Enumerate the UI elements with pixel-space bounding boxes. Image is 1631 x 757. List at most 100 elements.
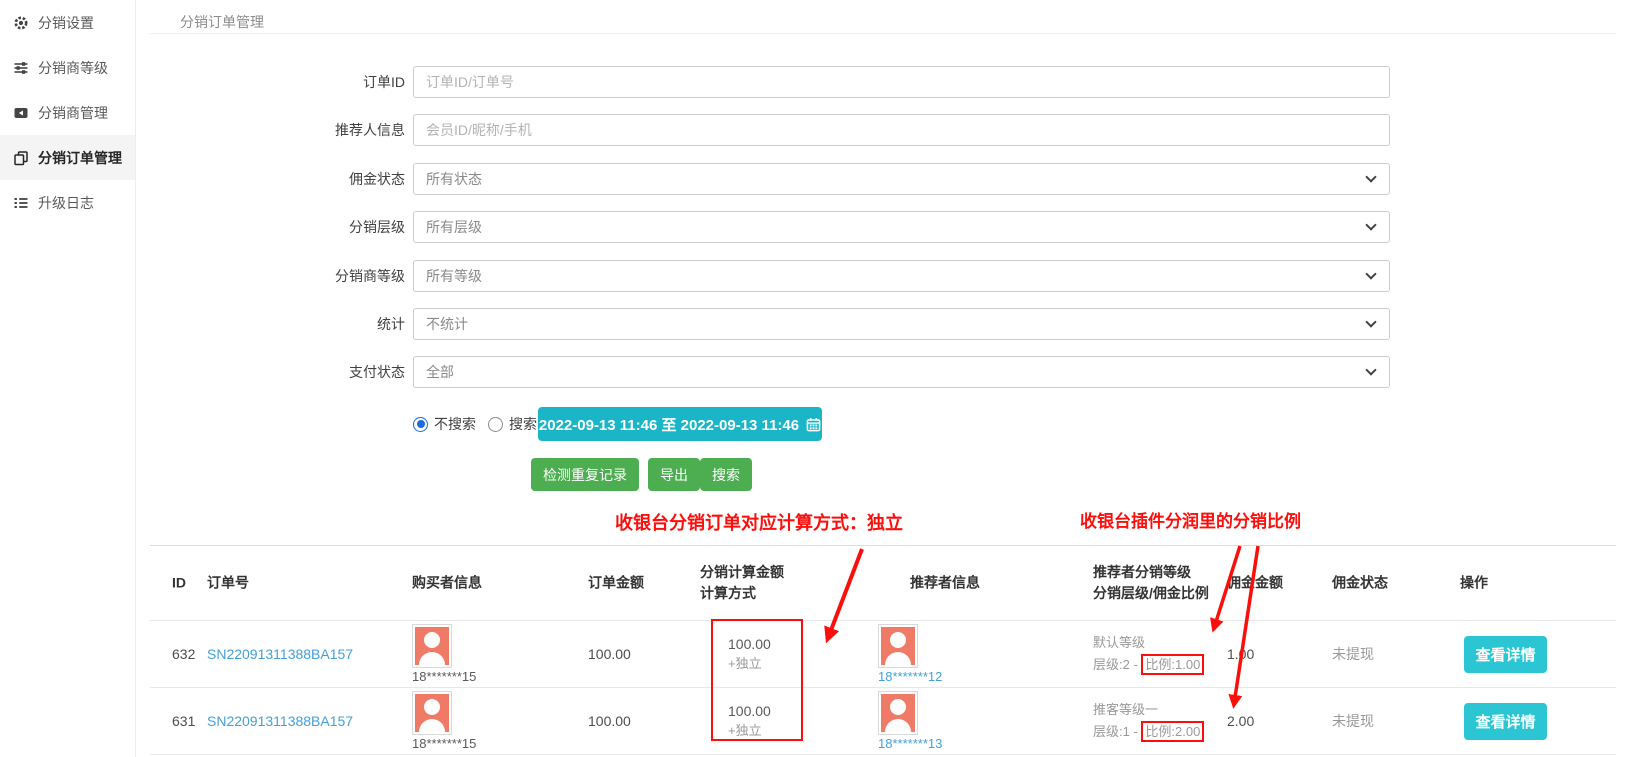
referrer-phone-link[interactable]: 18*******13 — [878, 736, 942, 751]
level-text: 层级:1 - — [1093, 724, 1141, 739]
upgrade-log-icon — [13, 195, 29, 211]
view-detail-button[interactable]: 查看详情 — [1464, 636, 1547, 673]
date-range-text: 2022-09-13 11:46 至 2022-09-13 11:46 — [539, 414, 799, 435]
table-row: 632 SN22091311388BA157 18*******15 100.0… — [150, 621, 1616, 688]
search-radio[interactable]: 搜索 — [488, 407, 537, 441]
level-text: 层级:2 - — [1093, 657, 1141, 672]
calc-amount-cell: 100.00 +独立 — [728, 702, 771, 740]
chevron-down-icon — [1365, 316, 1376, 327]
export-button[interactable]: 导出 — [648, 458, 700, 491]
sidebar-item-upgrade-log[interactable]: 升级日志 — [0, 180, 135, 225]
radio-unchecked-icon — [488, 417, 503, 432]
referrer-info-input[interactable] — [413, 114, 1390, 146]
commission-status-cell: 未提现 — [1332, 644, 1374, 664]
sliders-icon — [13, 60, 29, 76]
order-amount-cell: 100.00 — [588, 713, 631, 729]
distribution-level-label: 分销层级 — [136, 211, 405, 243]
order-id-label: 订单ID — [136, 66, 405, 98]
table-row: 631 SN22091311388BA157 18*******15 100.0… — [150, 688, 1616, 755]
referrer-info-cell: 18*******13 — [878, 691, 1008, 751]
order-id-input[interactable] — [413, 66, 1390, 98]
main-content: 分销订单管理 订单ID 推荐人信息 佣金状态 所有状态 分销层级 所有层级 — [136, 0, 1631, 757]
page-title: 分销订单管理 — [180, 12, 264, 32]
referrer-avatar — [878, 624, 918, 668]
buyer-avatar — [412, 624, 452, 668]
orders-table: ID 订单号 购买者信息 订单金额 分销计算金额计算方式 推荐者信息 推荐者分销… — [150, 545, 1616, 755]
order-id-cell: 632 — [172, 646, 195, 662]
col-header-referrer: 推荐者信息 — [910, 573, 980, 594]
distributor-grade-value: 所有等级 — [426, 266, 1367, 286]
statistics-select[interactable]: 不统计 — [413, 308, 1390, 340]
referrer-grade-cell: 默认等级 层级:2 - 比例:1.00 — [1093, 632, 1204, 676]
grade-name: 默认等级 — [1093, 632, 1204, 654]
actions-row: 检测重复记录 导出 搜索 — [136, 458, 1631, 491]
gear-icon — [13, 15, 29, 31]
distributor-grade-label: 分销商等级 — [136, 260, 405, 292]
sidebar-item-distribution-settings[interactable]: 分销设置 — [0, 0, 135, 45]
check-duplicates-button[interactable]: 检测重复记录 — [531, 458, 639, 491]
sidebar-item-distributor-manage[interactable]: 分销商管理 — [0, 90, 135, 135]
statistics-label: 统计 — [136, 308, 405, 340]
sidebar: 分销设置 分销商等级 分销商管理 — [0, 0, 136, 757]
commission-amount-cell: 1.00 — [1227, 646, 1254, 662]
view-detail-button[interactable]: 查看详情 — [1464, 703, 1547, 740]
filter-row-payment-status: 支付状态 全部 — [136, 356, 1631, 388]
commission-status-select[interactable]: 所有状态 — [413, 163, 1390, 195]
distribution-order-admin-page: 分销设置 分销商等级 分销商管理 — [0, 0, 1631, 757]
date-range-button[interactable]: 2022-09-13 11:46 至 2022-09-13 11:46 — [538, 407, 822, 441]
col-header-id: ID — [172, 573, 186, 594]
sidebar-item-label: 分销商等级 — [38, 58, 108, 78]
order-no-link[interactable]: SN22091311388BA157 — [207, 646, 353, 662]
filter-row-commission-status: 佣金状态 所有状态 — [136, 163, 1631, 195]
sidebar-item-label: 分销订单管理 — [38, 148, 122, 168]
search-radio-label: 搜索 — [509, 414, 537, 434]
no-search-radio[interactable]: 不搜索 — [413, 407, 476, 441]
distributor-grade-select[interactable]: 所有等级 — [413, 260, 1390, 292]
col-header-calc: 分销计算金额计算方式 — [700, 562, 784, 604]
sidebar-item-label: 分销商管理 — [38, 103, 108, 123]
grade-name: 推客等级一 — [1093, 699, 1204, 721]
referrer-phone-link[interactable]: 18*******12 — [878, 669, 942, 684]
buyer-info-cell: 18*******15 — [412, 624, 542, 684]
date-search-row: 不搜索 搜索 2022-09-13 11:46 至 2022-09-13 11:… — [136, 407, 1631, 441]
referrer-info-label: 推荐人信息 — [136, 114, 405, 146]
referrer-grade-cell: 推客等级一 层级:1 - 比例:2.00 — [1093, 699, 1204, 743]
filter-row-distribution-level: 分销层级 所有层级 — [136, 211, 1631, 243]
order-no-link[interactable]: SN22091311388BA157 — [207, 713, 353, 729]
filter-row-order-id: 订单ID — [136, 66, 1631, 98]
commission-status-cell: 未提现 — [1332, 711, 1374, 731]
sidebar-item-distribution-orders[interactable]: 分销订单管理 — [0, 135, 135, 180]
chevron-down-icon — [1365, 219, 1376, 230]
col-header-buyer: 购买者信息 — [412, 573, 482, 594]
col-header-amount: 订单金额 — [588, 573, 644, 594]
sidebar-item-label: 分销设置 — [38, 13, 94, 33]
search-button[interactable]: 搜索 — [700, 458, 752, 491]
order-id-cell: 631 — [172, 713, 195, 729]
referrer-info-cell: 18*******12 — [878, 624, 1008, 684]
payment-status-select[interactable]: 全部 — [413, 356, 1390, 388]
commission-status-value: 所有状态 — [426, 169, 1367, 189]
referrer-avatar — [878, 691, 918, 735]
chevron-down-icon — [1365, 171, 1376, 182]
payment-status-label: 支付状态 — [136, 356, 405, 388]
filter-row-referrer-info: 推荐人信息 — [136, 114, 1631, 146]
buyer-info-cell: 18*******15 — [412, 691, 542, 751]
distribution-level-select[interactable]: 所有层级 — [413, 211, 1390, 243]
title-divider — [150, 33, 1616, 34]
col-header-grade: 推荐者分销等级分销层级/佣金比例 — [1093, 562, 1209, 604]
commission-status-label: 佣金状态 — [136, 163, 405, 195]
buyer-phone: 18*******15 — [412, 669, 476, 684]
col-header-status: 佣金状态 — [1332, 573, 1388, 594]
no-search-radio-label: 不搜索 — [434, 414, 476, 434]
sidebar-item-distributor-grade[interactable]: 分销商等级 — [0, 45, 135, 90]
order-manage-icon — [13, 150, 29, 166]
col-header-order-no: 订单号 — [207, 573, 249, 594]
payment-status-value: 全部 — [426, 362, 1367, 382]
filter-row-distributor-grade: 分销商等级 所有等级 — [136, 260, 1631, 292]
distribution-level-value: 所有层级 — [426, 217, 1367, 237]
col-header-action: 操作 — [1460, 573, 1488, 594]
buyer-avatar — [412, 691, 452, 735]
commission-amount-cell: 2.00 — [1227, 713, 1254, 729]
radio-checked-icon — [413, 417, 428, 432]
order-amount-cell: 100.00 — [588, 646, 631, 662]
